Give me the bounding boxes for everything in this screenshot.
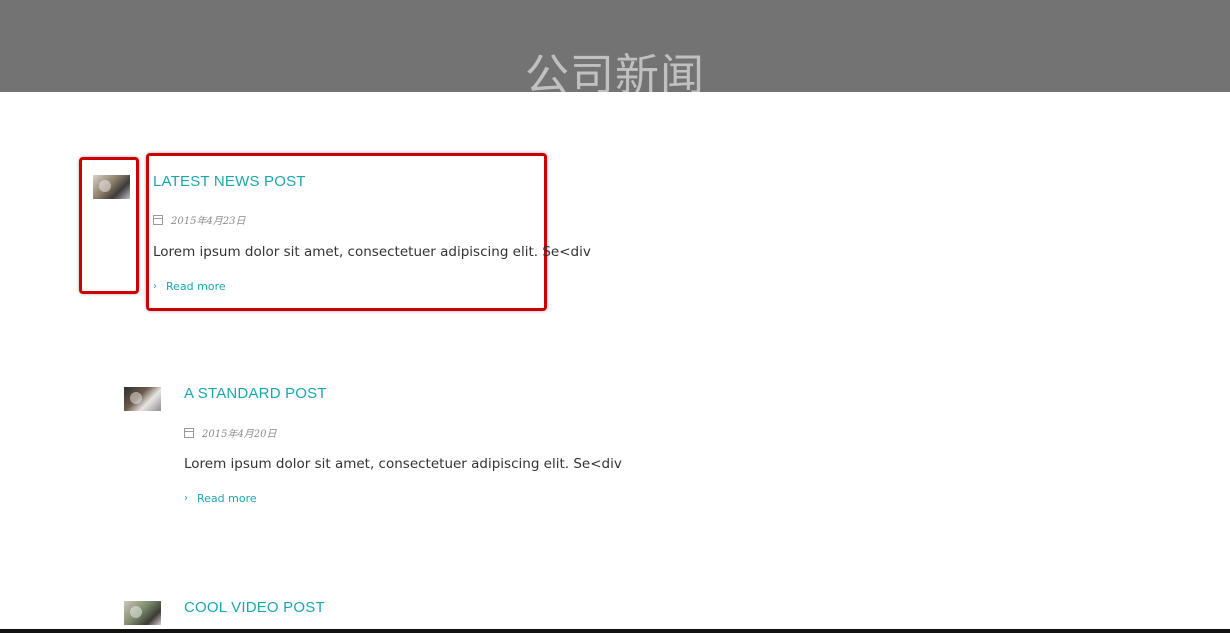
read-more-link[interactable]: › Read more <box>184 492 257 505</box>
read-more-label: Read more <box>197 492 257 505</box>
chevron-right-icon: › <box>153 280 157 292</box>
post-title-link[interactable]: A STANDARD POST <box>184 385 327 403</box>
post-title-link[interactable]: LATEST NEWS POST <box>153 173 306 191</box>
post-thumbnail[interactable] <box>93 175 130 199</box>
calendar-icon <box>153 214 163 225</box>
page-title: 公司新闻 <box>525 50 705 92</box>
read-more-label: Read more <box>166 280 226 293</box>
chevron-right-icon: › <box>184 492 188 504</box>
page-header-banner: 公司新闻 <box>0 0 1230 92</box>
post-thumbnail[interactable] <box>124 387 161 411</box>
post-thumbnail[interactable] <box>124 601 161 625</box>
post-date: 2015年4月20日 <box>202 429 277 440</box>
post-meta: 2015年4月20日 <box>184 425 277 440</box>
post-excerpt: Lorem ipsum dolor sit amet, consectetuer… <box>184 456 622 472</box>
post-meta: 2015年4月23日 <box>153 212 246 227</box>
window-bottom-edge <box>0 629 1230 633</box>
read-more-link[interactable]: › Read more <box>153 280 226 293</box>
post-excerpt: Lorem ipsum dolor sit amet, consectetuer… <box>153 244 591 260</box>
post-date: 2015年4月23日 <box>171 216 246 227</box>
post-title-link[interactable]: COOL VIDEO POST <box>184 599 325 617</box>
calendar-icon <box>184 427 194 438</box>
